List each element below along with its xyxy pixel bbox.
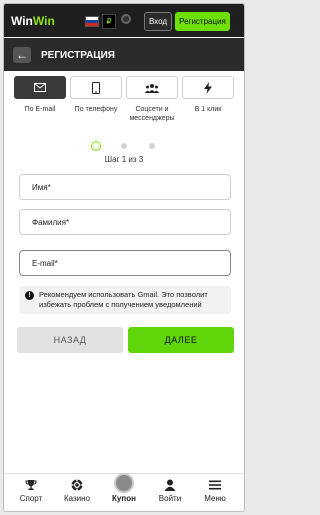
nav-sport[interactable]: Спорт [8,479,54,503]
register-button[interactable]: Регистрация [175,12,230,31]
tab-email-label: По E-mail [24,106,56,113]
tab-social-label: Соцсети и мессенджеры [129,106,175,122]
back-arrow-icon[interactable]: ← [13,47,31,63]
nav-menu[interactable]: Меню [192,479,238,503]
menu-icon [209,480,221,490]
login-button[interactable]: Вход [144,12,172,31]
gmail-notice: ! Рекомендуем использовать Gmail. Это по… [19,286,231,314]
step-counter: Шаг 1 из 3 [104,155,144,164]
user-icon [164,479,176,491]
tab-phone-box[interactable] [70,76,122,99]
phone-frame: WinWin ₽ Вход Регистрация ← РЕГИСТРАЦИЯ … [3,3,245,512]
registration-method-tabs: По E-mail По телефону Соцсети и мессендж… [14,76,234,132]
nav-casino[interactable]: Казино [54,479,100,503]
people-icon [145,83,159,93]
step-dot-current [91,141,101,151]
bottom-navigation: Спорт Казино Купон Войти Меню [4,473,244,511]
tab-phone-label: По телефону [74,106,118,113]
title-bar: ← РЕГИСТРАЦИЯ [4,38,244,71]
tab-phone[interactable]: По телефону [70,76,122,114]
brand-logo[interactable]: WinWin [11,14,55,28]
step-dot [149,143,155,149]
tab-social[interactable]: Соцсети и мессенджеры [126,76,178,123]
tab-one-click[interactable]: В 1 клик [182,76,234,114]
ticket-icon [114,473,134,493]
step-dot [121,143,127,149]
top-header: WinWin ₽ Вход Регистрация [4,4,244,37]
status-indicator-icon [121,14,131,24]
logo-part-2: Win [32,14,55,28]
nav-coupon-label: Купон [112,494,136,503]
tab-social-box[interactable] [126,76,178,99]
page-title: РЕГИСТРАЦИЯ [41,50,115,61]
surname-field[interactable]: Фамилия* [19,209,231,235]
chip-icon [71,479,83,491]
next-button[interactable]: ДАЛЕЕ [128,327,234,353]
info-icon: ! [25,291,34,300]
nav-coupon[interactable]: Купон [101,473,147,503]
email-field[interactable]: E-mail* [19,250,231,276]
nav-login-label: Войти [158,494,182,503]
promo-icon[interactable]: ₽ [102,14,116,29]
tab-email-box[interactable] [14,76,66,99]
nav-menu-label: Меню [204,494,226,503]
tab-one-click-label: В 1 клик [194,106,222,113]
tab-email[interactable]: По E-mail [14,76,66,114]
nav-login[interactable]: Войти [147,479,193,503]
language-flag-icon[interactable] [85,16,99,27]
tab-one-click-box[interactable] [182,76,234,99]
envelope-icon [34,83,46,92]
nav-sport-label: Спорт [19,494,43,503]
step-indicator [4,141,244,153]
name-field[interactable]: Имя* [19,174,231,200]
nav-casino-label: Казино [63,494,91,503]
lightning-icon [204,81,212,94]
trophy-icon [25,480,37,490]
logo-part-1: Win [11,14,33,28]
notice-text: Рекомендуем использовать Gmail. Это позв… [39,290,208,309]
phone-icon [92,81,100,94]
back-button[interactable]: НАЗАД [17,327,123,353]
